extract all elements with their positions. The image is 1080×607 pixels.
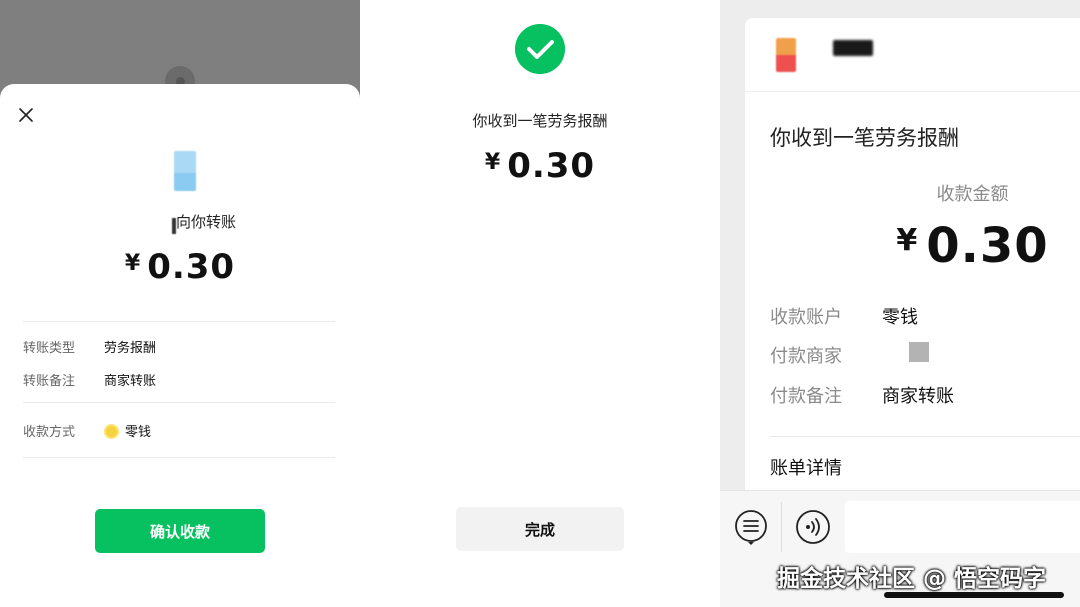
receive-sheet: 向你转账 ¥0.30 转账类型 劳务报酬 转账备注 商家转账 收款方式 零钱 确… <box>0 84 360 607</box>
amount-value: 0.30 <box>507 146 596 186</box>
divider <box>745 91 1080 92</box>
divider <box>23 402 335 403</box>
check-circle-icon <box>515 24 565 74</box>
row-value: 零钱 <box>104 421 304 440</box>
message-input[interactable] <box>845 501 1080 553</box>
row-label: 转账备注 <box>23 374 76 389</box>
divider <box>770 436 1080 437</box>
row-label: 收款账户 <box>770 307 842 328</box>
row-value: 劳务报酬 <box>104 341 157 356</box>
done-button[interactable]: 完成 <box>456 507 624 551</box>
coin-icon <box>104 424 119 439</box>
success-title: 你收到一笔劳务报酬 <box>472 112 608 130</box>
receive-success-panel: 你收到一笔劳务报酬 ¥0.30 完成 <box>360 0 720 607</box>
transfer-amount: ¥0.30 <box>0 247 360 287</box>
row-value: 商家转账 <box>104 374 157 389</box>
close-icon[interactable] <box>16 105 36 125</box>
voice-icon[interactable] <box>795 509 831 545</box>
merchant-name-redacted <box>833 40 873 56</box>
amount-value: 0.30 <box>926 218 1049 274</box>
row-value <box>882 342 1080 365</box>
confirm-receive-button[interactable]: 确认收款 <box>95 509 265 553</box>
payment-notification-panel: 你收到一笔劳务报酬 收款金额 ¥0.30 收款账户 零钱 付款商家 付款备注 商… <box>720 0 1080 607</box>
row-label: 付款备注 <box>770 386 842 407</box>
row-label: 转账类型 <box>23 341 76 356</box>
transfer-receive-panel: 向你转账 ¥0.30 转账类型 劳务报酬 转账备注 商家转账 收款方式 零钱 确… <box>0 0 360 607</box>
row-value: 商家转账 <box>882 386 954 407</box>
notification-card[interactable]: 你收到一笔劳务报酬 收款金额 ¥0.30 收款账户 零钱 付款商家 付款备注 商… <box>745 18 1080 498</box>
received-amount: ¥0.30 <box>745 218 1080 274</box>
merchant-name-redacted <box>909 342 929 362</box>
currency-symbol: ¥ <box>896 223 919 258</box>
list-menu-icon[interactable] <box>733 509 769 545</box>
amount-value: 0.30 <box>147 247 236 287</box>
row-label: 收款方式 <box>23 425 76 440</box>
bottom-bar: 掘金技术社区 @ 悟空码字 <box>720 490 1080 607</box>
received-amount: ¥0.30 <box>360 146 720 186</box>
divider <box>23 457 335 458</box>
wallet-label: 零钱 <box>125 425 152 440</box>
bill-details-link[interactable]: 账单详情 <box>770 454 842 480</box>
watermark: 掘金技术社区 @ 悟空码字 <box>777 566 1047 592</box>
currency-symbol: ¥ <box>484 150 502 175</box>
row-label: 付款商家 <box>770 346 842 367</box>
notification-title: 你收到一笔劳务报酬 <box>770 126 959 150</box>
divider <box>23 321 335 322</box>
merchant-logo <box>776 38 796 72</box>
divider <box>781 502 782 552</box>
currency-symbol: ¥ <box>124 251 142 276</box>
row-value: 零钱 <box>882 307 918 328</box>
amount-label: 收款金额 <box>936 184 1009 205</box>
sender-avatar <box>174 151 196 191</box>
transfer-to-you-label: 向你转账 <box>176 213 237 231</box>
home-indicator <box>884 592 1064 598</box>
